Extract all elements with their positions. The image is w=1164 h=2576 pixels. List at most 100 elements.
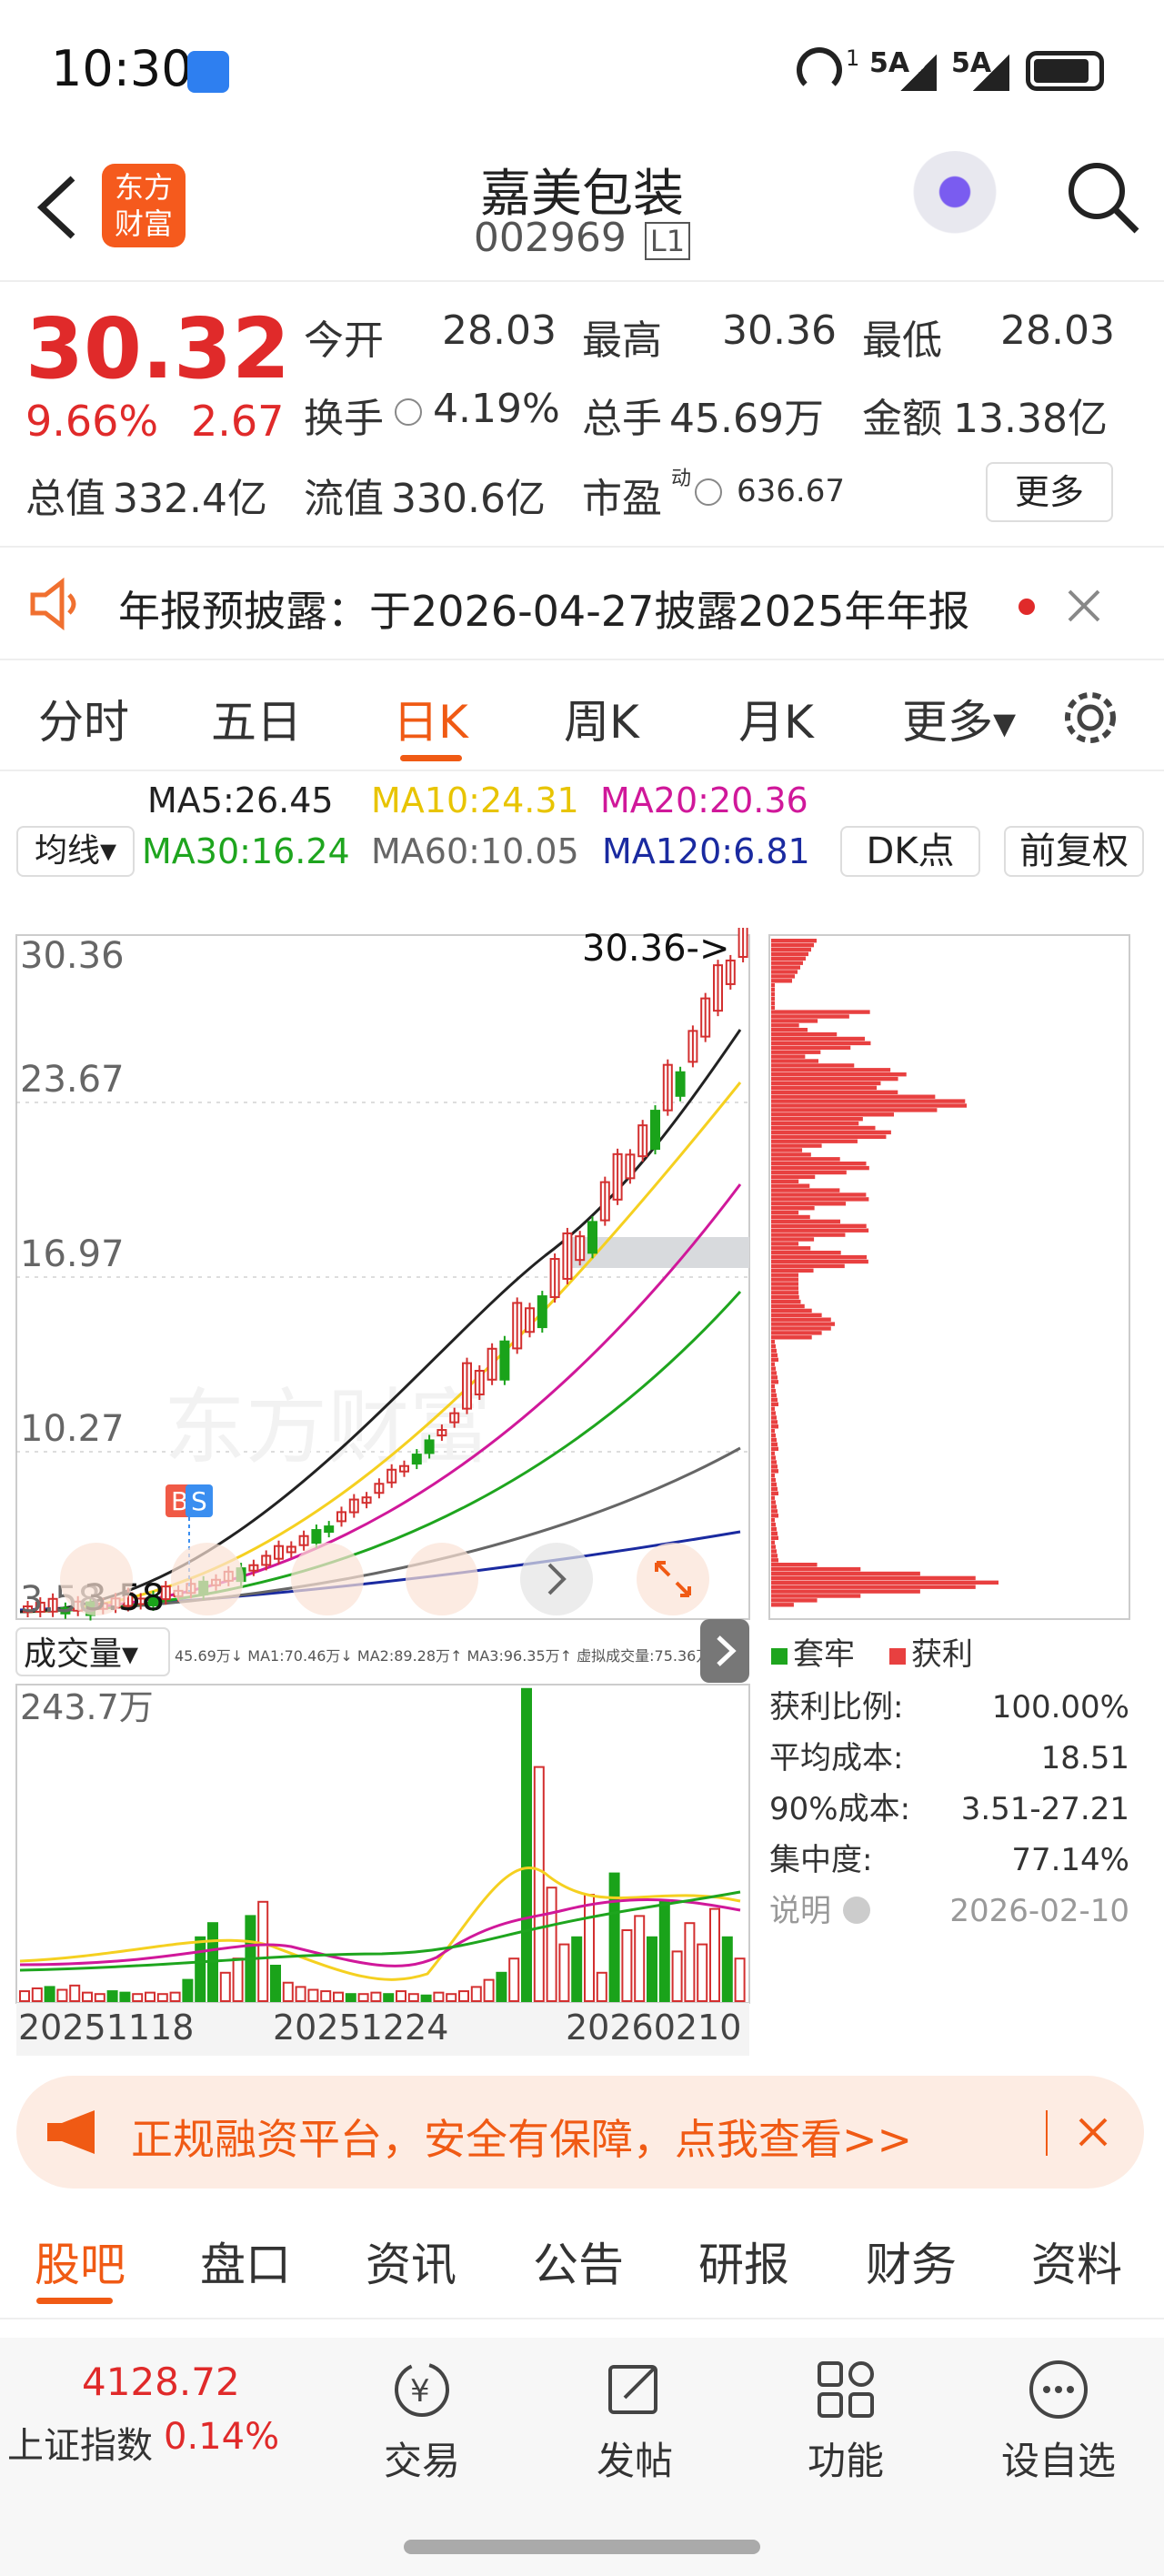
chip-label-4: 集中度: xyxy=(769,1842,872,1878)
volume-bar xyxy=(420,1994,432,2003)
functions-icon xyxy=(818,2361,874,2418)
tab-finance[interactable]: 财务 xyxy=(866,2229,957,2294)
chip-bar xyxy=(771,1277,799,1282)
volume-bar xyxy=(31,1987,43,2002)
home-indicator[interactable] xyxy=(404,2540,760,2554)
chip-bar xyxy=(771,1233,846,1237)
volume-bar xyxy=(119,1991,131,2003)
volume-bar xyxy=(671,1950,683,2003)
signal-bars-2-icon xyxy=(973,55,1009,91)
adjust-button[interactable]: 前复权 xyxy=(1004,826,1144,877)
chip-bar xyxy=(771,1571,920,1576)
chip-bar xyxy=(771,1076,898,1082)
nav-add-watchlist[interactable]: 设自选 xyxy=(968,2358,1149,2486)
zoom-out-button[interactable] xyxy=(171,1543,244,1615)
chip-label-2: 平均成本: xyxy=(769,1740,903,1776)
nav-functions[interactable]: 功能 xyxy=(755,2358,937,2486)
chip-bar xyxy=(771,1263,845,1269)
nav-post[interactable]: 发帖 xyxy=(544,2358,726,2486)
volume-bar xyxy=(496,1971,507,2003)
ma-selector[interactable]: 均线▾ xyxy=(16,826,135,877)
tab-monthly-k[interactable]: 月K xyxy=(738,686,814,751)
tab-five-day[interactable]: 五日 xyxy=(211,686,302,751)
chip-info-icon[interactable] xyxy=(843,1897,870,1924)
dk-point-button[interactable]: DK点 xyxy=(840,826,980,877)
ad-banner[interactable]: 正规融资平台，安全有保障，点我查看>> xyxy=(16,2076,1144,2189)
chip-label-1: 获利比例: xyxy=(769,1689,903,1726)
volume-bar xyxy=(94,1993,105,2002)
tab-profile[interactable]: 资料 xyxy=(1031,2229,1122,2294)
notice-bar[interactable]: 年报预披露：于2026-04-27披露2025年年报 xyxy=(0,549,1164,660)
scroll-left-button[interactable] xyxy=(60,1543,133,1615)
max-marker: 30.36-> xyxy=(582,928,729,970)
chip-bar xyxy=(771,1317,831,1322)
zoom-in-button[interactable] xyxy=(291,1543,364,1615)
chip-bar xyxy=(771,1429,775,1434)
volume-bar xyxy=(446,1993,457,2002)
volume-bar xyxy=(333,1991,344,2003)
tab-forum[interactable]: 股吧 xyxy=(35,2229,125,2294)
tab-weekly-k[interactable]: 周K xyxy=(564,686,639,751)
open-label: 今开 xyxy=(304,317,384,364)
nav-trade[interactable]: ¥ 交易 xyxy=(331,2358,513,2486)
chip-bar xyxy=(771,1254,868,1260)
svg-text:¥: ¥ xyxy=(410,2373,430,2410)
chip-bar xyxy=(771,1477,776,1483)
tab-daily-k[interactable]: 日K xyxy=(393,686,468,751)
chip-bar xyxy=(771,1420,778,1424)
chip-bar xyxy=(771,1291,799,1295)
notice-text: 年报预披露：于2026-04-27披露2025年年报 xyxy=(118,587,970,636)
fullscreen-button[interactable] xyxy=(637,1543,709,1615)
trade-icon: ¥ xyxy=(395,2362,449,2417)
chip-note-label[interactable]: 说明 xyxy=(769,1893,831,1929)
chip-bar xyxy=(771,1446,778,1451)
chip-bar xyxy=(771,1594,861,1598)
volume-bar xyxy=(396,1990,406,2002)
trapped-legend-icon xyxy=(771,1648,788,1665)
step-right-button[interactable] xyxy=(520,1543,593,1615)
chip-bar xyxy=(771,1384,775,1389)
chip-bar xyxy=(771,1063,855,1068)
search-button[interactable] xyxy=(1062,156,1144,238)
chip-bar xyxy=(771,1259,868,1264)
chip-bar xyxy=(771,996,775,1001)
tab-order-book[interactable]: 盘口 xyxy=(200,2229,291,2294)
tab-news[interactable]: 资讯 xyxy=(366,2229,457,2294)
volume-bar xyxy=(82,1991,93,2003)
more-quote-button[interactable]: 更多 xyxy=(986,462,1113,522)
chip-bar xyxy=(771,1371,777,1375)
index-widget[interactable]: 4128.72 上证指数 0.14% xyxy=(7,2360,280,2469)
expand-chip-button[interactable] xyxy=(700,1619,749,1683)
notice-close-icon[interactable] xyxy=(1066,588,1102,624)
chip-bar xyxy=(771,1335,812,1340)
ad-close-icon[interactable] xyxy=(1077,2116,1109,2148)
step-left-button[interactable] xyxy=(406,1543,478,1615)
chip-bar xyxy=(771,1228,869,1233)
ma60-value: MA60:10.05 xyxy=(371,831,579,871)
back-button[interactable] xyxy=(27,171,91,244)
tab-research[interactable]: 研报 xyxy=(698,2229,789,2294)
tab-announcements[interactable]: 公告 xyxy=(533,2229,624,2294)
volume-bar xyxy=(709,1907,720,2002)
notice-dot-icon xyxy=(1018,599,1035,615)
volume-bar xyxy=(345,1993,356,2002)
chip-bar xyxy=(771,1117,863,1122)
chip-bar xyxy=(771,1566,861,1572)
battery-icon xyxy=(1026,51,1104,91)
volume-bar xyxy=(684,1922,696,2002)
pe-info-icon[interactable] xyxy=(695,478,722,506)
turnover-info-icon[interactable] xyxy=(395,398,422,426)
volume-selector[interactable]: 成交量▾ xyxy=(24,1635,138,1673)
settings-gear-icon[interactable] xyxy=(1060,688,1120,748)
volume-bar xyxy=(483,1978,495,2002)
robot-assistant-icon[interactable] xyxy=(909,151,1000,242)
tab-minute[interactable]: 分时 xyxy=(38,686,129,751)
chip-bar xyxy=(771,1085,878,1091)
change-amount: 2.67 xyxy=(191,397,285,446)
chip-bar xyxy=(771,1005,775,1010)
volume-bar xyxy=(521,1687,532,2002)
tab-more[interactable]: 更多▾ xyxy=(902,686,1016,751)
kline-svg[interactable]: 东方财富 30.36 23.67 16.97 10.27 3.58 30.36-… xyxy=(0,921,1164,2056)
chip-bar xyxy=(771,1072,907,1077)
chip-bar xyxy=(771,1415,777,1420)
